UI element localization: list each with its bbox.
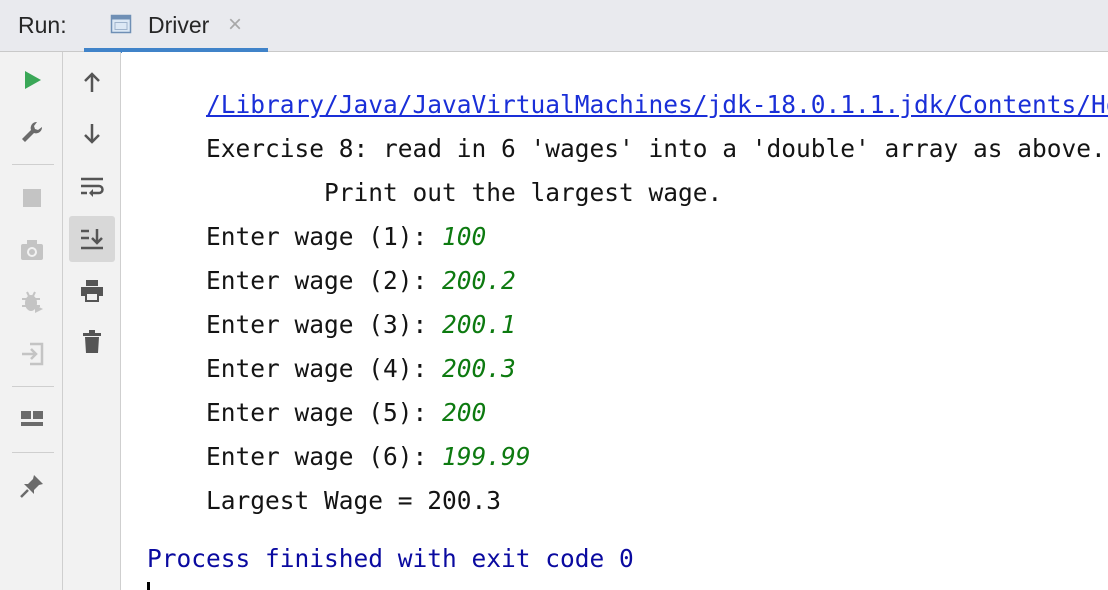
stop-icon[interactable] <box>12 178 52 218</box>
console-output[interactable]: /Library/Java/JavaVirtualMachines/jdk-18… <box>122 52 1108 590</box>
close-icon[interactable]: × <box>228 12 242 38</box>
process-finished-line: Process finished with exit code 0 <box>147 544 634 573</box>
run-label: Run: <box>18 12 67 38</box>
console-line: Enter wage (1): 100 <box>147 192 486 251</box>
tab-label: Driver <box>148 12 210 38</box>
text-caret <box>147 582 150 590</box>
window-icon <box>110 13 132 35</box>
rerun-icon[interactable] <box>12 60 52 100</box>
console-line: Enter wage (2): 200.2 <box>147 236 516 295</box>
console-line: Print out the largest wage. <box>147 148 722 207</box>
trash-icon[interactable] <box>72 322 112 362</box>
toolbar-separator <box>12 164 54 165</box>
print-icon[interactable] <box>72 270 112 310</box>
console-line: Enter wage (5): 200 <box>147 368 486 427</box>
jvm-path-link[interactable]: /Library/Java/JavaVirtualMachines/jdk-18… <box>147 60 1108 119</box>
left-toolbar <box>0 52 63 590</box>
console-line: Largest Wage = 200.3 <box>147 456 501 515</box>
result-text: Largest Wage = 200.3 <box>206 486 502 515</box>
login-arrow-icon[interactable] <box>12 334 52 374</box>
debug-bug-icon[interactable] <box>12 282 52 322</box>
console-line: Enter wage (6): 199.99 <box>147 412 531 471</box>
down-arrow-icon[interactable] <box>72 114 112 154</box>
soft-wrap-icon[interactable] <box>72 166 112 206</box>
wrench-icon[interactable] <box>12 112 52 152</box>
toolbar-separator <box>12 452 54 453</box>
console-toolbar <box>63 52 121 590</box>
toolbar-separator <box>12 386 54 387</box>
up-arrow-icon[interactable] <box>72 62 112 102</box>
console-line: Enter wage (4): 200.3 <box>147 324 516 383</box>
scroll-to-end-icon[interactable] <box>69 216 115 262</box>
layout-grid-icon[interactable] <box>12 400 52 440</box>
camera-icon[interactable] <box>12 230 52 270</box>
console-line: Enter wage (3): 200.1 <box>147 280 516 339</box>
console-line: Exercise 8: read in 6 'wages' into a 'do… <box>147 104 1106 163</box>
run-tool-window-header: Run: Driver × <box>0 0 1108 53</box>
pin-icon[interactable] <box>12 466 52 506</box>
tab-driver[interactable]: Driver × <box>84 0 268 53</box>
